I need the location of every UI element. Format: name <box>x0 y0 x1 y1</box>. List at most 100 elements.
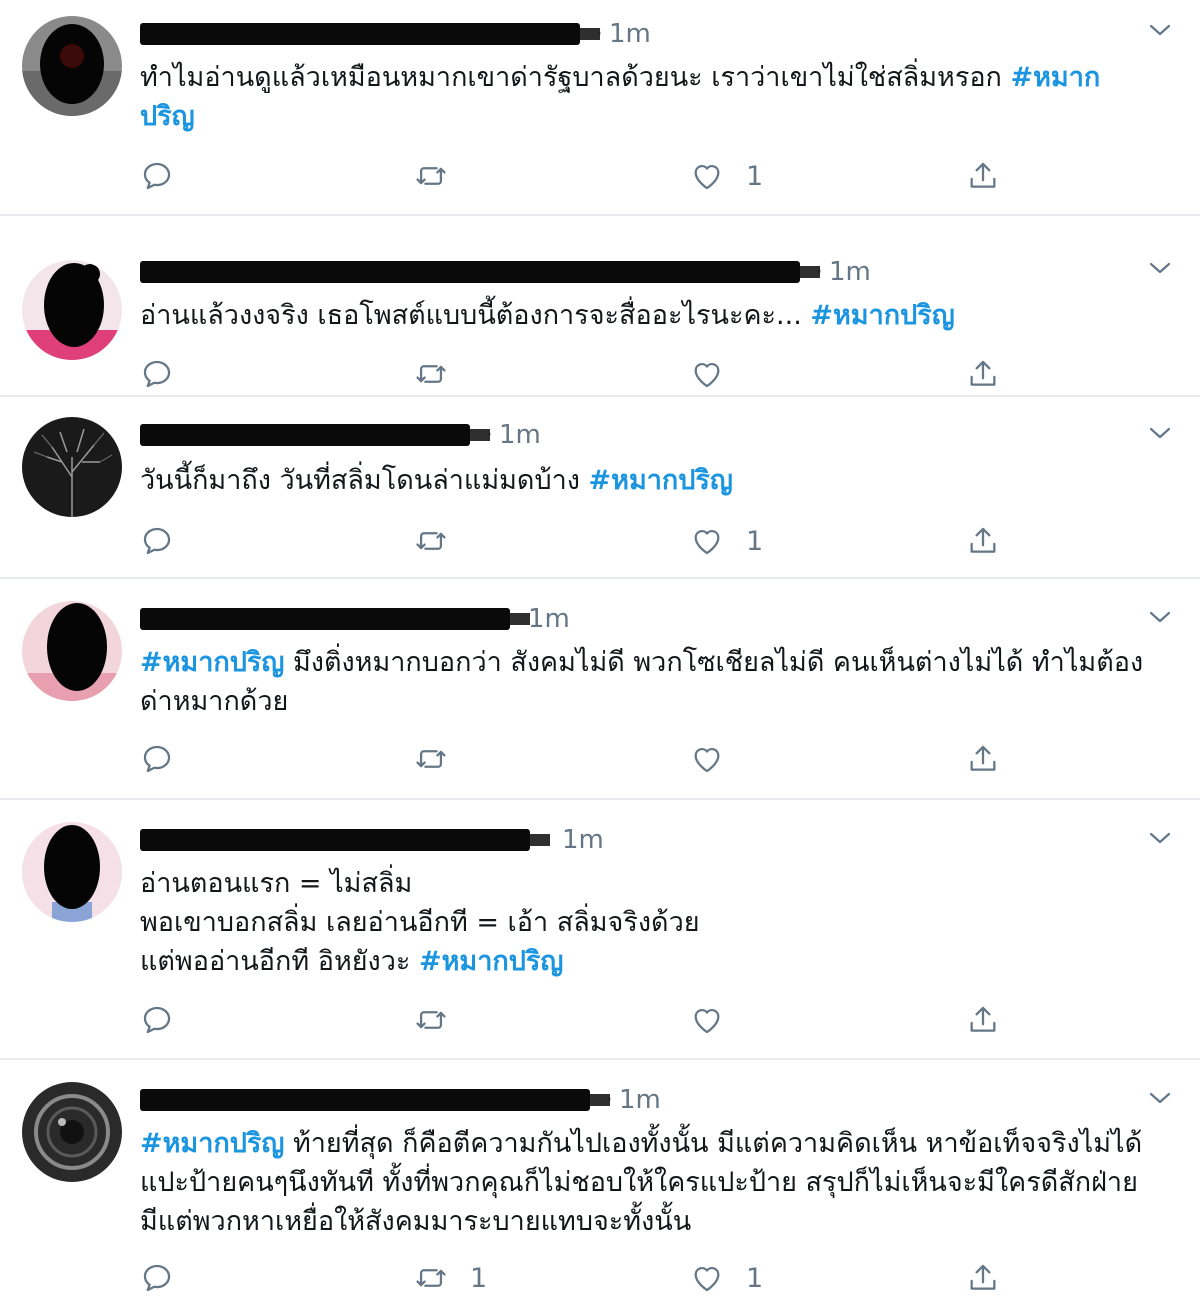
avatar[interactable] <box>22 1082 122 1182</box>
tweet-header: 1m <box>140 820 604 860</box>
reply-button[interactable] <box>140 739 196 779</box>
reply-icon <box>140 742 174 776</box>
tweet-text: วันนี้ก็มาถึง วันที่สลิ่มโดนล่าแม่มดบ้าง… <box>140 461 1160 500</box>
tweet-4[interactable]: 1m #หมากปริญ มึงติ่งหมากบอกว่า สังคมไม่ด… <box>0 579 1200 800</box>
share-button[interactable] <box>966 521 1000 561</box>
chevron-down-icon[interactable] <box>1148 605 1172 629</box>
tweet-text: ทำไมอ่านดูแล้วเหมือนหมากเขาด่ารัฐบาลด้วย… <box>140 58 1160 136</box>
hashtag-link[interactable]: #หมากปริญ <box>140 1128 284 1159</box>
avatar[interactable] <box>22 417 122 517</box>
retweet-button[interactable] <box>414 521 470 561</box>
retweet-count: 1 <box>470 1262 488 1294</box>
retweet-icon <box>414 524 448 558</box>
retweet-button[interactable] <box>414 156 470 196</box>
tweet-text-content: ทำไมอ่านดูแล้วเหมือนหมากเขาด่ารัฐบาลด้วย… <box>140 62 1011 93</box>
redacted-username[interactable] <box>140 23 600 45</box>
tweet-1[interactable]: · 1m ทำไมอ่านดูแล้วเหมือนหมากเขาด่ารัฐบา… <box>0 0 1200 216</box>
redacted-username[interactable] <box>140 424 490 446</box>
reply-button[interactable] <box>140 1258 196 1298</box>
retweet-icon <box>414 159 448 193</box>
redacted-username[interactable] <box>140 608 530 630</box>
tweet-2[interactable]: · 1m อ่านแล้วงงจริง เธอโพสต์แบบนี้ต้องกา… <box>0 216 1200 397</box>
tweet-actions: 1 <box>140 156 1000 196</box>
tweet-6[interactable]: · 1m #หมากปริญ ท้ายที่สุด ก็คือตีความกัน… <box>0 1060 1200 1301</box>
retweet-button[interactable]: 1 <box>414 1258 487 1298</box>
heart-icon <box>690 742 724 776</box>
tweet-actions <box>140 1000 1000 1040</box>
hashtag-link[interactable]: #หมากปริญ <box>140 647 284 678</box>
timestamp[interactable]: 1m <box>609 19 651 49</box>
like-count: 1 <box>746 525 764 557</box>
avatar[interactable] <box>22 822 122 922</box>
tweet-text-content: วันนี้ก็มาถึง วันที่สลิ่มโดนล่าแม่มดบ้าง <box>140 465 589 496</box>
share-button[interactable] <box>966 1000 1000 1040</box>
share-button[interactable] <box>966 1258 1000 1298</box>
reply-button[interactable] <box>140 156 196 196</box>
timestamp[interactable]: 1m <box>499 420 541 450</box>
hashtag-link[interactable]: #หมากปริญ <box>810 300 954 331</box>
redacted-username[interactable] <box>140 829 550 851</box>
like-count: 1 <box>746 1262 764 1294</box>
retweet-button[interactable] <box>414 739 470 779</box>
chevron-down-icon[interactable] <box>1148 421 1172 445</box>
share-icon <box>966 524 1000 558</box>
retweet-button[interactable] <box>414 354 470 394</box>
tweet-text-line: แต่พออ่านอีกที อิหยังวะ #หมากปริญ <box>140 942 1160 981</box>
redacted-username[interactable] <box>140 1089 610 1111</box>
share-button[interactable] <box>966 739 1000 779</box>
tweet-text-content: มึงติ่งหมากบอกว่า สังคมไม่ดี พวกโซเชียลไ… <box>140 647 1144 717</box>
tweet-actions <box>140 739 1000 779</box>
avatar[interactable] <box>22 601 122 701</box>
chevron-down-icon[interactable] <box>1148 826 1172 850</box>
hashtag-link[interactable]: #หมากปริญ <box>589 465 733 496</box>
timestamp[interactable]: 1m <box>619 1085 661 1115</box>
tweet-3[interactable]: · 1m วันนี้ก็มาถึง วันที่สลิ่มโดนล่าแม่ม… <box>0 397 1200 579</box>
retweet-icon <box>414 742 448 776</box>
timestamp[interactable]: 1m <box>829 257 871 287</box>
like-button[interactable] <box>690 1000 746 1040</box>
chevron-down-icon[interactable] <box>1148 1086 1172 1110</box>
tweet-text-content: ท้ายที่สุด ก็คือตีความกันไปเองทั้งนั้น ม… <box>140 1128 1143 1237</box>
like-button[interactable]: 1 <box>690 156 763 196</box>
chevron-down-icon[interactable] <box>1148 18 1172 42</box>
like-button[interactable]: 1 <box>690 521 763 561</box>
heart-icon <box>690 159 724 193</box>
tweet-text: #หมากปริญ ท้ายที่สุด ก็คือตีความกันไปเอง… <box>140 1124 1160 1241</box>
avatar[interactable] <box>22 260 122 360</box>
tweet-actions <box>140 354 1000 394</box>
retweet-icon <box>414 1003 448 1037</box>
avatar[interactable] <box>22 16 122 116</box>
redacted-username[interactable] <box>140 261 820 283</box>
reply-button[interactable] <box>140 1000 196 1040</box>
tweet-text-content: แต่พออ่านอีกที อิหยังวะ <box>140 946 419 977</box>
share-icon <box>966 742 1000 776</box>
reply-button[interactable] <box>140 521 196 561</box>
reply-icon <box>140 1003 174 1037</box>
share-button[interactable] <box>966 354 1000 394</box>
retweet-icon <box>414 1261 448 1295</box>
tweet-text-content: อ่านแล้วงงจริง เธอโพสต์แบบนี้ต้องการจะสื… <box>140 300 811 331</box>
tweet-actions: 1 1 <box>140 1258 1000 1298</box>
tweet-header: 1m <box>140 599 570 639</box>
tweet-text: #หมากปริญ มึงติ่งหมากบอกว่า สังคมไม่ดี พ… <box>140 643 1160 721</box>
timestamp[interactable]: 1m <box>562 825 604 855</box>
share-button[interactable] <box>966 156 1000 196</box>
like-button[interactable] <box>690 739 746 779</box>
timestamp[interactable]: 1m <box>528 604 570 634</box>
like-count: 1 <box>746 160 764 192</box>
like-button[interactable] <box>690 354 746 394</box>
reply-button[interactable] <box>140 354 196 394</box>
reply-icon <box>140 357 174 391</box>
tweet-header: · 1m <box>140 14 651 54</box>
heart-icon <box>690 524 724 558</box>
chevron-down-icon[interactable] <box>1148 256 1172 280</box>
tweet-header: · 1m <box>140 1080 661 1120</box>
tweet-header: · 1m <box>140 252 871 292</box>
retweet-button[interactable] <box>414 1000 470 1040</box>
tweet-5[interactable]: 1m อ่านตอนแรก = ไม่สลิ่ม พอเขาบอกสลิ่ม เ… <box>0 800 1200 1060</box>
hashtag-link[interactable]: #หมากปริญ <box>419 946 563 977</box>
share-icon <box>966 357 1000 391</box>
heart-icon <box>690 357 724 391</box>
like-button[interactable]: 1 <box>690 1258 763 1298</box>
tweet-actions: 1 <box>140 521 1000 561</box>
